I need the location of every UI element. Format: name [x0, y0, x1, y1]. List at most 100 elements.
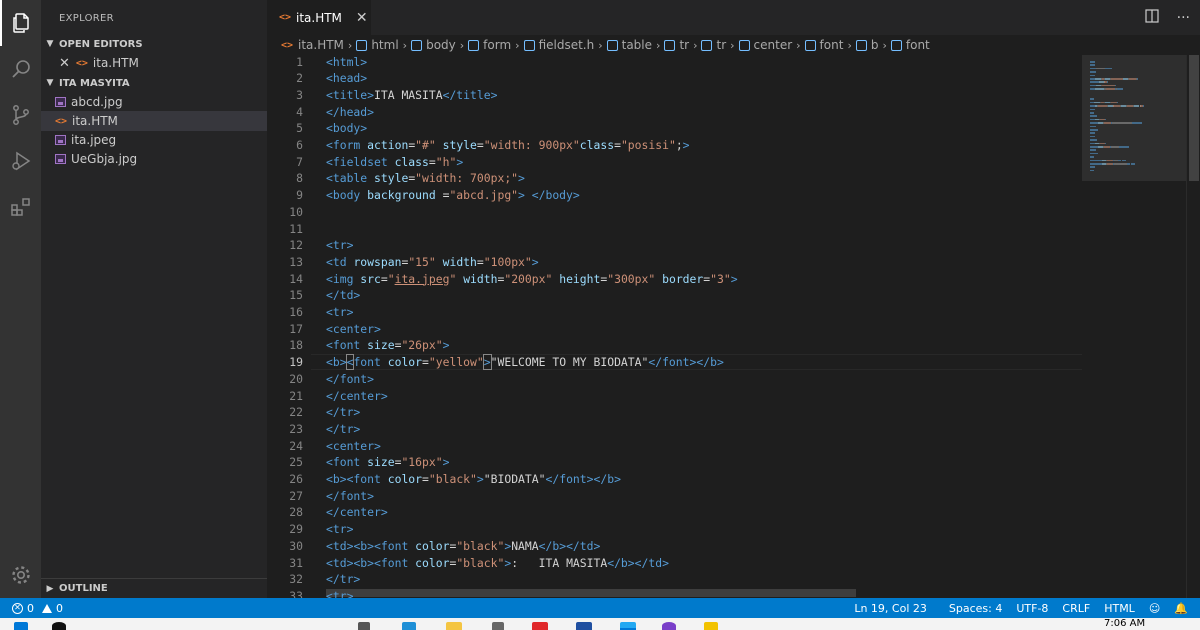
code-line[interactable]: 33 <tr> [267, 588, 1082, 598]
minimap-code-mark [1101, 84, 1116, 87]
code-text: </center> [326, 389, 388, 403]
code-line[interactable]: 16 <tr> [267, 304, 1082, 321]
breadcrumb-item[interactable]: b [855, 38, 878, 52]
code-token: <center> [326, 321, 381, 336]
code-line[interactable]: 17 <center> [267, 320, 1082, 337]
breadcrumb-item[interactable]: form [468, 38, 511, 52]
language-mode[interactable]: HTML [1104, 602, 1135, 615]
indentation[interactable]: Spaces: 4 [949, 602, 1002, 615]
extensions-icon[interactable] [0, 184, 41, 230]
code-line[interactable]: 7 <fieldset class="h"> [267, 153, 1082, 170]
breadcrumb-item[interactable]: body [411, 38, 456, 52]
code-line[interactable]: 25 <font size="16px"> [267, 454, 1082, 471]
code-line[interactable]: 32 </tr> [267, 571, 1082, 588]
split-editor-icon[interactable] [1145, 8, 1159, 27]
code-line[interactable]: 22 </tr> [267, 404, 1082, 421]
tab-ita-htm[interactable]: <> ita.HTM ✕ [267, 0, 371, 35]
code-line[interactable]: 9 <body background ="abcd.jpg"> </body> [267, 187, 1082, 204]
store-icon[interactable] [492, 622, 504, 630]
end-of-line[interactable]: CRLF [1062, 602, 1090, 615]
breadcrumb-item[interactable]: table [606, 38, 652, 52]
open-editor-item[interactable]: ✕ <> ita.HTM [41, 53, 267, 73]
code-line[interactable]: 27 </font> [267, 487, 1082, 504]
minimap-code-mark [1090, 166, 1095, 168]
breadcrumb-item[interactable]: font [804, 38, 843, 52]
code-line[interactable]: 28 </center> [267, 504, 1082, 521]
search-taskbar-icon[interactable] [52, 622, 66, 630]
settings-gear-icon[interactable] [0, 552, 41, 598]
tab-label: ita.HTM [296, 10, 342, 25]
breadcrumb-item[interactable]: tr [664, 38, 689, 52]
problems-indicator[interactable]: ✕ 0 0 [12, 602, 63, 615]
code-line[interactable]: 15 </td> [267, 287, 1082, 304]
code-line[interactable]: 3 <title>ITA MASITA</title> [267, 87, 1082, 104]
code-line[interactable]: 26 <b><font color="black">"BIODATA"</font… [267, 471, 1082, 488]
notifications-bell-icon[interactable]: 🔔 [1174, 602, 1188, 615]
outline-section[interactable]: ▶ OUTLINE [41, 578, 267, 598]
scrollbar-thumb[interactable] [1189, 55, 1199, 181]
code-line[interactable]: 5 <body> [267, 120, 1082, 137]
breadcrumb-item[interactable]: <> ita.HTM [281, 38, 344, 52]
close-icon[interactable]: ✕ [356, 10, 368, 26]
code-line[interactable]: 21 </center> [267, 387, 1082, 404]
source-control-icon[interactable] [0, 92, 41, 138]
code-line[interactable]: 1 <html> [267, 55, 1082, 70]
code-line[interactable]: 18 <font size="26px"> [267, 337, 1082, 354]
code-token: <body [326, 188, 368, 203]
breadcrumb-item[interactable]: html [356, 38, 399, 52]
vertical-scrollbar[interactable] [1186, 55, 1200, 598]
code-line[interactable]: 30 <td><b><font color="black">NAMA</b></t… [267, 538, 1082, 555]
folder-section[interactable]: ▼ ITA MASYITA [41, 73, 267, 93]
more-actions-icon[interactable]: ··· [1177, 10, 1190, 26]
app-icon[interactable] [662, 622, 676, 630]
code-token: ita.jpeg [394, 271, 450, 286]
code-line[interactable]: 10 [267, 204, 1082, 221]
app-icon[interactable] [576, 622, 592, 630]
taskbar-clock[interactable]: 7:06 AM [1104, 618, 1145, 629]
code-line[interactable]: 4 </head> [267, 103, 1082, 120]
file-item-abcd[interactable]: abcd.jpg [41, 92, 267, 112]
cursor-position[interactable]: Ln 19, Col 23 [854, 602, 927, 615]
code-line[interactable]: 14 <img src="ita.jpeg" width="200px" heig… [267, 270, 1082, 287]
run-debug-icon[interactable] [0, 138, 41, 184]
file-item-ita-jpeg[interactable]: ita.jpeg [41, 130, 267, 150]
code-line[interactable]: 29 <tr> [267, 521, 1082, 538]
minimap[interactable] [1082, 55, 1186, 598]
html-file-icon: <> [281, 39, 294, 51]
file-item-uegbja[interactable]: UeGbja.jpg [41, 149, 267, 169]
breadcrumb-item[interactable]: font [890, 38, 930, 52]
code-line[interactable]: 12 <tr> [267, 237, 1082, 254]
encoding[interactable]: UTF-8 [1016, 602, 1048, 615]
code-line[interactable]: 6 <form action="#" style="width: 900px"cl… [267, 137, 1082, 154]
app-icon[interactable] [704, 622, 718, 630]
code-token: </font> [326, 488, 375, 503]
code-token: </title> [442, 87, 498, 102]
line-number: 20 [289, 371, 303, 386]
code-line[interactable]: 20 </font> [267, 371, 1082, 388]
start-icon[interactable] [14, 622, 28, 630]
breadcrumb-item[interactable]: tr [701, 38, 726, 52]
breadcrumb-item[interactable]: center [738, 38, 792, 52]
explorer-icon[interactable] [0, 0, 41, 46]
code-line[interactable]: 13 <td rowspan="15" width="100px"> [267, 254, 1082, 271]
app-icon[interactable] [532, 622, 548, 630]
breadcrumb-item[interactable]: fieldset.h [523, 38, 594, 52]
search-icon[interactable] [0, 46, 41, 92]
code-line[interactable]: 11 [267, 220, 1082, 237]
code-line[interactable]: 23 </tr> [267, 421, 1082, 438]
task-view-icon[interactable] [358, 622, 370, 630]
chevron-right-icon: › [693, 38, 698, 52]
feedback-icon[interactable]: ☺ [1149, 602, 1160, 615]
edge-icon[interactable] [402, 622, 416, 630]
code-line[interactable]: 19 <b><font color="yellow">"WELCOME TO MY… [267, 353, 1082, 371]
open-editors-section[interactable]: ▼ OPEN EDITORS [41, 34, 267, 54]
vscode-taskbar-icon[interactable] [620, 622, 636, 630]
code-line[interactable]: 8 <table style="width: 700px;"> [267, 170, 1082, 187]
code-line[interactable]: 2 <head> [267, 70, 1082, 87]
code-editor[interactable]: 1 <html> 2 <head> 3 <title>ITA MASITA</title>… [267, 55, 1082, 598]
file-item-ita-htm[interactable]: <> ita.HTM [41, 111, 267, 131]
close-icon[interactable]: ✕ [59, 56, 70, 71]
code-line[interactable]: 31 <td><b><font color="black">: ITA MASIT… [267, 554, 1082, 571]
code-line[interactable]: 24 <center> [267, 437, 1082, 454]
file-explorer-icon[interactable] [446, 622, 462, 630]
